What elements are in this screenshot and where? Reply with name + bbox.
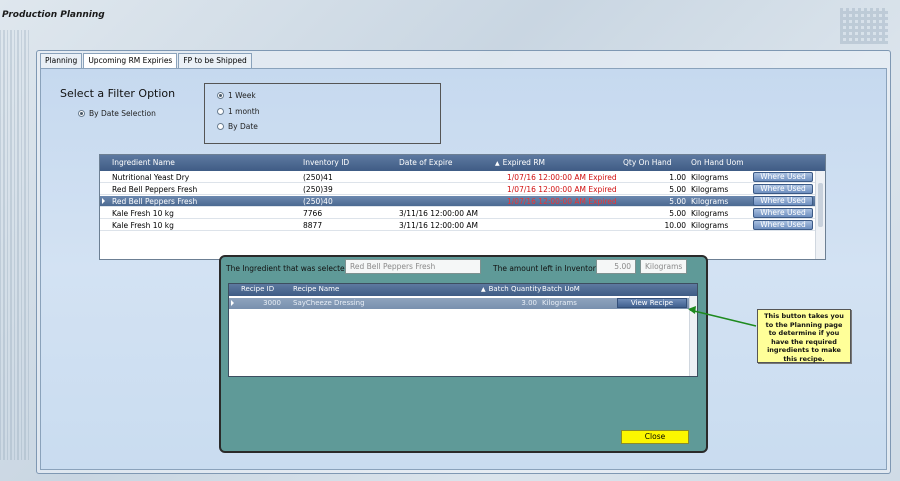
- app-title: Production Planning: [2, 10, 105, 20]
- filter-title: Select a Filter Option: [60, 87, 176, 100]
- cell-inventory-id: (250)41: [303, 173, 333, 182]
- tab-strip: Planning Upcoming RM Expiries FP to be S…: [40, 53, 253, 69]
- radio-selected-icon: [78, 110, 85, 117]
- row-pointer-icon: [102, 198, 105, 204]
- cell-qty-on-hand: 10.00: [664, 221, 686, 230]
- col-recipe-id[interactable]: Recipe ID: [241, 285, 274, 293]
- col-inventory-id[interactable]: Inventory ID: [303, 158, 349, 167]
- cell-date-of-expire: 3/11/16 12:00:00 AM: [399, 209, 478, 218]
- where-used-button[interactable]: Where Used: [753, 220, 813, 230]
- recipe-grid[interactable]: Recipe ID Recipe Name ▲ Batch Quantity Ba…: [228, 283, 698, 377]
- table-row[interactable]: Red Bell Peppers Fresh (250)39 1/07/16 1…: [100, 184, 825, 195]
- radio-label: 1 Week: [228, 91, 256, 100]
- radio-label: By Date: [228, 122, 258, 131]
- table-row[interactable]: Nutritional Yeast Dry (250)41 1/07/16 12…: [100, 172, 825, 183]
- cell-batch-quantity: 3.00: [521, 299, 537, 307]
- amount-left-label: The amount left in Inventory:: [493, 264, 603, 273]
- cell-recipe-id: 3000: [263, 299, 281, 307]
- radio-label: By Date Selection: [89, 109, 156, 118]
- cell-on-hand-uom: Kilograms: [691, 185, 729, 194]
- recipe-row[interactable]: 3000 SayCheeze Dressing 3.00 Kilograms V…: [229, 298, 697, 309]
- col-qty-on-hand[interactable]: Qty On Hand: [623, 158, 671, 167]
- where-used-button[interactable]: Where Used: [753, 208, 813, 218]
- cell-qty-on-hand: 5.00: [669, 209, 686, 218]
- col-label: Expired RM: [502, 158, 546, 167]
- cell-inventory-id: (250)39: [303, 185, 333, 194]
- col-batch-uom[interactable]: Batch UoM: [542, 285, 580, 293]
- amount-left-field: 5.00: [596, 259, 636, 274]
- selected-ingredient-label: The Ingredient that was selected is:: [226, 264, 361, 273]
- help-callout: This button takes you to the Planning pa…: [757, 309, 851, 363]
- col-ingredient-name[interactable]: Ingredient Name: [112, 158, 175, 167]
- cell-expired-rm: 1/07/16 12:00:00 AM Expired: [507, 185, 617, 194]
- radio-1-month[interactable]: 1 month: [217, 107, 260, 116]
- table-row[interactable]: Kale Fresh 10 kg 8877 3/11/16 12:00:00 A…: [100, 220, 825, 231]
- cell-ingredient-name: Nutritional Yeast Dry: [112, 173, 190, 182]
- recipe-grid-header: Recipe ID Recipe Name ▲ Batch Quantity Ba…: [229, 284, 697, 296]
- cell-expired-rm: 1/07/16 12:00:00 AM Expired: [507, 197, 617, 206]
- radio-empty-icon: [217, 123, 224, 130]
- col-expired-rm[interactable]: ▲ Expired RM: [495, 158, 545, 167]
- tab-planning[interactable]: Planning: [40, 53, 83, 68]
- radio-by-date[interactable]: By Date: [217, 122, 258, 131]
- grid-header: Ingredient Name Inventory ID Date of Exp…: [100, 155, 825, 171]
- table-row-selected[interactable]: Red Bell Peppers Fresh (250)40 1/07/16 1…: [100, 196, 825, 207]
- cell-inventory-id: 8877: [303, 221, 323, 230]
- scrollbar-thumb[interactable]: [818, 183, 823, 227]
- cell-date-of-expire: 3/11/16 12:00:00 AM: [399, 221, 478, 230]
- sort-up-icon: ▲: [495, 160, 500, 167]
- cell-expired-rm: 1/07/16 12:00:00 AM Expired: [507, 173, 617, 182]
- callout-arrow-icon: [688, 306, 757, 327]
- cell-on-hand-uom: Kilograms: [691, 221, 729, 230]
- col-label: Batch Quantity: [488, 285, 542, 293]
- background-barcode-decoration: [0, 30, 30, 460]
- cell-batch-uom: Kilograms: [542, 299, 577, 307]
- where-used-button[interactable]: Where Used: [753, 184, 813, 194]
- col-recipe-name[interactable]: Recipe Name: [293, 285, 339, 293]
- cell-ingredient-name: Kale Fresh 10 kg: [112, 209, 174, 218]
- cell-ingredient-name: Kale Fresh 10 kg: [112, 221, 174, 230]
- cell-recipe-name: SayCheeze Dressing: [293, 299, 365, 307]
- cell-ingredient-name: Red Bell Peppers Fresh: [112, 185, 198, 194]
- col-on-hand-uom[interactable]: On Hand Uom: [691, 158, 744, 167]
- cell-ingredient-name: Red Bell Peppers Fresh: [112, 197, 198, 206]
- amount-uom-field: Kilograms: [640, 259, 687, 274]
- close-button[interactable]: Close: [621, 430, 689, 444]
- expiry-grid[interactable]: Ingredient Name Inventory ID Date of Exp…: [99, 154, 826, 260]
- radio-selected-icon: [217, 92, 224, 99]
- cell-on-hand-uom: Kilograms: [691, 197, 729, 206]
- grid-scrollbar[interactable]: [815, 171, 825, 259]
- cell-inventory-id: 7766: [303, 209, 323, 218]
- cell-qty-on-hand: 1.00: [669, 173, 686, 182]
- radio-1-week[interactable]: 1 Week: [217, 91, 256, 100]
- radio-empty-icon: [217, 108, 224, 115]
- cell-qty-on-hand: 5.00: [669, 197, 686, 206]
- col-batch-quantity[interactable]: ▲ Batch Quantity: [481, 285, 541, 293]
- radio-by-date-selection[interactable]: By Date Selection: [78, 109, 156, 118]
- tab-fp-to-be-shipped[interactable]: FP to be Shipped: [178, 53, 252, 68]
- background-qr-decoration: [840, 8, 888, 44]
- cell-qty-on-hand: 5.00: [669, 185, 686, 194]
- cell-inventory-id: (250)40: [303, 197, 333, 206]
- selected-ingredient-field: Red Bell Peppers Fresh: [345, 259, 481, 274]
- where-used-button[interactable]: Where Used: [753, 172, 813, 182]
- where-used-button[interactable]: Where Used: [753, 196, 813, 206]
- row-pointer-icon: [231, 300, 234, 306]
- col-date-of-expire[interactable]: Date of Expire: [399, 158, 452, 167]
- radio-label: 1 month: [228, 107, 260, 116]
- cell-on-hand-uom: Kilograms: [691, 209, 729, 218]
- tab-upcoming-rm-expiries[interactable]: Upcoming RM Expiries: [83, 53, 178, 69]
- cell-on-hand-uom: Kilograms: [691, 173, 729, 182]
- sort-up-icon: ▲: [481, 286, 486, 293]
- view-recipe-button[interactable]: View Recipe: [617, 298, 687, 308]
- table-row[interactable]: Kale Fresh 10 kg 7766 3/11/16 12:00:00 A…: [100, 208, 825, 219]
